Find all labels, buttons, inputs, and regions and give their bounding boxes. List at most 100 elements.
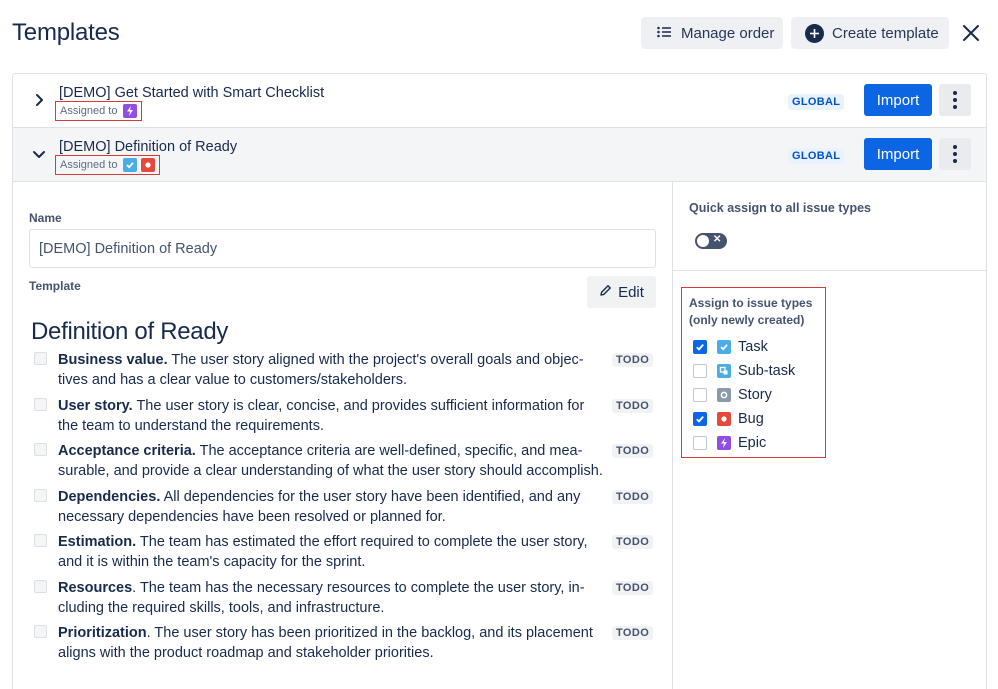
checklist-item: Business value. The user story aligned w… — [13, 350, 672, 394]
template-title[interactable]: [DEMO] Get Started with Smart Checklist — [59, 85, 324, 101]
scope-badge: GLOBAL — [788, 94, 845, 110]
assigned-to: Assigned to — [55, 101, 143, 121]
checkbox-checked[interactable] — [693, 412, 707, 426]
item-desc: . The user story has been prioritized in… — [146, 625, 593, 641]
issue-types-title-line2: (only newly created) — [689, 313, 805, 327]
item-desc-cont: aligns with the product roadmap and stak… — [58, 645, 434, 661]
item-desc: The user story aligned with the project'… — [167, 352, 584, 368]
more-options-icon[interactable] — [939, 84, 971, 116]
template-editor: Name Template Edit Definition of Ready B… — [13, 182, 672, 689]
checklist-item-text: User story. The user story is clear, con… — [58, 396, 608, 436]
checklist-item: Dependencies. All dependencies for the u… — [13, 487, 672, 531]
bug-icon — [141, 158, 156, 172]
divider — [673, 270, 986, 271]
checklist-item-text: Dependencies. All dependencies for the u… — [58, 487, 608, 527]
close-icon[interactable] — [960, 22, 982, 44]
import-button[interactable]: Import — [864, 84, 932, 116]
quick-assign-toggle[interactable]: ✕ — [695, 233, 727, 249]
checklist-item: User story. The user story is clear, con… — [13, 396, 672, 440]
item-title: Resources — [58, 579, 133, 596]
status-badge[interactable]: TODO — [612, 353, 654, 367]
status-badge[interactable]: TODO — [612, 444, 654, 458]
manage-order-button[interactable]: Manage order — [641, 17, 783, 49]
status-badge[interactable]: TODO — [612, 580, 654, 595]
checklist-item: Estimation. The team has estimated the e… — [13, 532, 672, 576]
name-label: Name — [29, 211, 62, 225]
manage-order-label: Manage order — [681, 24, 775, 42]
chevron-down-icon[interactable] — [31, 146, 47, 162]
templates-panel: [DEMO] Get Started with Smart Checklist … — [12, 73, 987, 689]
template-title[interactable]: [DEMO] Definition of Ready — [59, 139, 237, 155]
edit-label: Edit — [618, 283, 644, 301]
status-badge[interactable]: TODO — [612, 626, 654, 640]
list-icon — [657, 25, 671, 42]
edit-button[interactable]: Edit — [587, 276, 656, 308]
status-badge[interactable]: TODO — [612, 489, 654, 504]
item-desc: The acceptance criteria are well-defined… — [195, 443, 583, 459]
issue-types-box: Assign to issue types (only newly create… — [681, 287, 826, 458]
status-badge[interactable]: TODO — [612, 535, 654, 549]
checkbox-checked[interactable] — [693, 340, 707, 354]
item-title: Prioritization — [58, 625, 147, 641]
item-desc: The user story is clear, concise, and pr… — [132, 397, 585, 414]
checklist-item-text: Resources. The team has the necessary re… — [58, 578, 608, 618]
pencil-icon — [599, 284, 612, 301]
item-desc-cont: cluding the required skills, tools, and … — [58, 599, 385, 616]
issue-type-label: Bug — [738, 411, 764, 427]
checklist-heading: Definition of Ready — [31, 318, 229, 345]
checkbox-unchecked[interactable] — [693, 436, 707, 450]
checklist-item-text: Acceptance criteria. The acceptance crit… — [58, 441, 608, 481]
checklist-item: Acceptance criteria. The acceptance crit… — [13, 441, 672, 485]
assignment-pane: Quick assign to all issue types ✕ Assign… — [672, 182, 986, 689]
checklist-checkbox[interactable] — [34, 443, 47, 456]
issue-type-label: Task — [738, 339, 768, 355]
issue-type-label: Epic — [738, 435, 767, 451]
page-title: Templates — [12, 19, 120, 46]
create-template-button[interactable]: Create template — [791, 17, 949, 49]
toggle-knob — [697, 235, 709, 247]
checkbox-unchecked[interactable] — [693, 388, 707, 402]
item-desc-cont: tives and has a clear value to customers… — [58, 372, 407, 388]
assigned-to-label: Assigned to — [60, 159, 118, 171]
item-desc: The team has estimated the effort requir… — [136, 534, 588, 550]
checklist-checkbox[interactable] — [34, 352, 47, 365]
scope-badge: GLOBAL — [788, 148, 845, 164]
item-desc: . The team has the necessary resources t… — [132, 579, 585, 596]
task-icon — [717, 340, 731, 354]
bug-icon — [717, 412, 731, 426]
issue-type-task[interactable]: Task — [693, 337, 768, 357]
checklist-checkbox[interactable] — [34, 579, 47, 593]
item-title: Dependencies. — [58, 488, 161, 505]
template-row[interactable]: [DEMO] Get Started with Smart Checklist … — [13, 74, 986, 128]
issue-type-story[interactable]: Story — [693, 385, 772, 405]
template-row[interactable]: [DEMO] Definition of Ready Assigned to G… — [13, 128, 986, 182]
assigned-to: Assigned to — [55, 155, 161, 175]
checklist-checkbox[interactable] — [34, 534, 47, 547]
chevron-right-icon[interactable] — [31, 92, 47, 108]
item-title: Business value. — [58, 352, 168, 368]
checklist-checkbox[interactable] — [34, 488, 47, 502]
item-title: Acceptance criteria. — [58, 443, 196, 459]
checklist-checkbox[interactable] — [34, 397, 47, 411]
checklist-item-text: Business value. The user story aligned w… — [58, 350, 608, 390]
checklist-item-text: Prioritization. The user story has been … — [58, 623, 608, 663]
checklist-item-text: Estimation. The team has estimated the e… — [58, 532, 608, 572]
issue-type-subtask[interactable]: Sub-task — [693, 361, 795, 381]
item-desc-cont: the team to understand the requirements. — [58, 417, 324, 434]
issue-types-title-line1: Assign to issue types — [689, 296, 813, 310]
issue-types-title: Assign to issue types (only newly create… — [689, 295, 812, 329]
import-button[interactable]: Import — [864, 138, 932, 170]
checklist-item: Prioritization. The user story has been … — [13, 623, 672, 667]
epic-icon — [717, 436, 731, 450]
checklist-checkbox[interactable] — [34, 625, 47, 638]
checklist-item: Resources. The team has the necessary re… — [13, 578, 672, 622]
quick-assign-label: Quick assign to all issue types — [689, 201, 872, 215]
item-title: Estimation. — [58, 534, 137, 550]
more-options-icon[interactable] — [939, 138, 971, 170]
status-badge[interactable]: TODO — [612, 398, 654, 413]
item-desc-cont: necessary dependencies have been resolve… — [58, 508, 446, 525]
checkbox-unchecked[interactable] — [693, 364, 707, 378]
issue-type-epic[interactable]: Epic — [693, 433, 766, 453]
name-input[interactable] — [29, 229, 656, 268]
issue-type-bug[interactable]: Bug — [693, 409, 764, 429]
